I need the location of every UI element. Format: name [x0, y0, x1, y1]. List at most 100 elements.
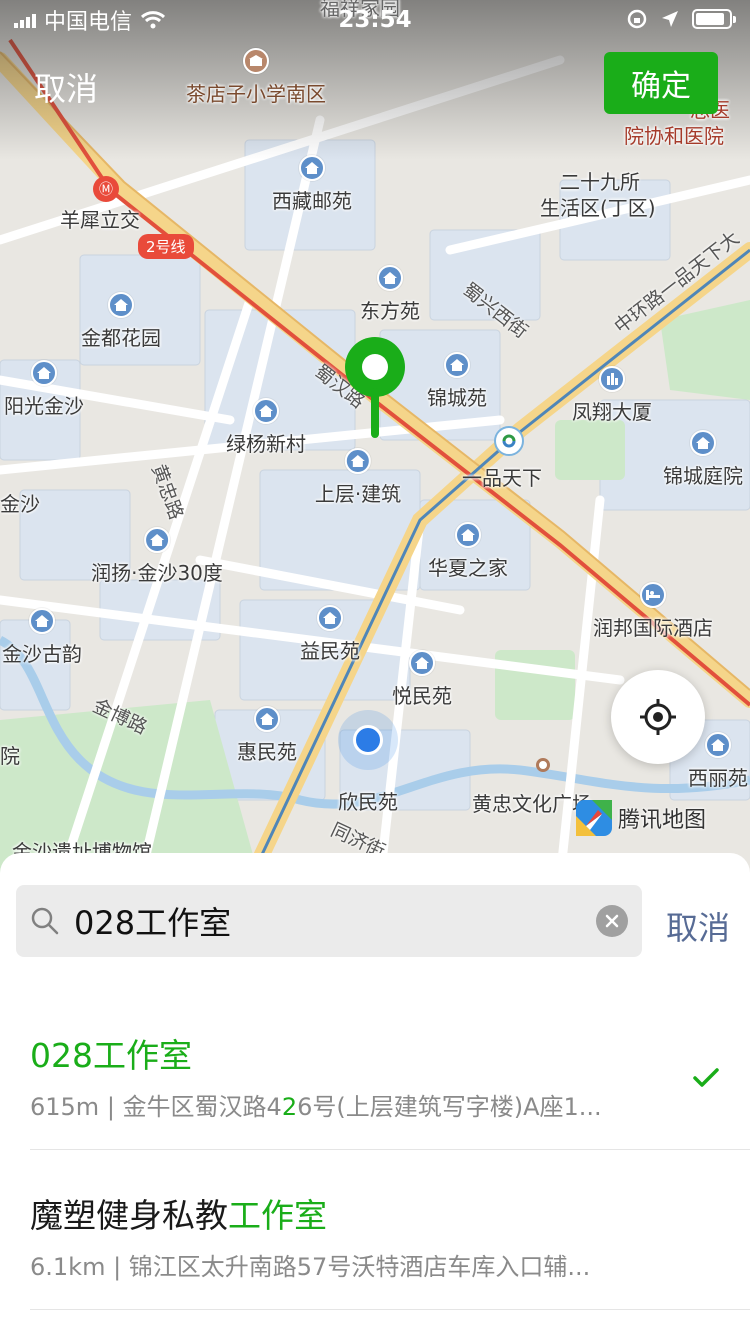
- poi-label: 上层·建筑: [314, 482, 402, 506]
- house-icon: [299, 155, 325, 181]
- cancel-button[interactable]: 取消: [34, 64, 98, 110]
- hotel-icon: [640, 582, 666, 608]
- result-address: 6.1km | 锦江区太升南路57号沃特酒店车库入口辅...: [30, 1253, 591, 1281]
- label-jinsha-left: 金沙: [0, 492, 40, 516]
- poi-lvyang[interactable]: 绿杨新村: [226, 398, 306, 457]
- poi-label: 东方苑: [360, 299, 420, 323]
- school-icon: [243, 48, 269, 74]
- house-icon: [409, 650, 435, 676]
- search-icon: [31, 907, 59, 935]
- result-title-highlight: 028工作室: [30, 1036, 192, 1075]
- house-icon: [31, 360, 57, 386]
- metro-station-icon[interactable]: Ⓜ: [93, 176, 119, 202]
- poi-label: 西藏邮苑: [272, 189, 352, 213]
- house-icon: [253, 398, 279, 424]
- poi-label: 茶店子小学南区: [186, 82, 326, 106]
- transit-station-icon[interactable]: [494, 426, 524, 456]
- result-address: 615m | 金牛区蜀汉路426号(上层建筑写字楼)A座1...: [30, 1087, 680, 1122]
- poi-runyang[interactable]: 润扬·金沙30度: [91, 527, 223, 586]
- status-bar: 中国电信 23:54: [0, 0, 750, 40]
- poi-dot-icon: [536, 758, 550, 772]
- map-view[interactable]: 茶店子小学南区 西藏邮苑 东方苑 锦城苑 金都花园 绿杨新村 上层·建筑 华夏之…: [0, 0, 750, 880]
- label-yangxi-lijiao: 羊犀立交: [60, 208, 140, 232]
- result-title: 魔塑健身私教工作室: [30, 1189, 720, 1237]
- house-icon: [317, 605, 343, 631]
- poi-label: 绿杨新村: [226, 432, 306, 456]
- map-attribution: 腾讯地图: [576, 800, 706, 836]
- label-shenghuoqu: 生活区(丁区): [540, 196, 656, 220]
- poi-label: 西丽苑: [688, 766, 748, 790]
- house-icon: [377, 265, 403, 291]
- result-title: 028工作室: [30, 1029, 720, 1077]
- search-bar[interactable]: [16, 885, 642, 957]
- poi-label: 润扬·金沙30度: [91, 561, 223, 585]
- rotation-lock-icon: [627, 9, 647, 29]
- result-address-pre: 615m | 金牛区蜀汉路4: [30, 1093, 282, 1121]
- poi-jinchengyuan[interactable]: 锦城苑: [427, 352, 487, 411]
- search-cancel-button[interactable]: 取消: [666, 903, 730, 949]
- divider: [30, 1149, 750, 1150]
- divider: [30, 1309, 750, 1310]
- poi-fengxiang[interactable]: 凤翔大厦: [572, 366, 652, 425]
- house-icon: [455, 522, 481, 548]
- house-icon: [344, 448, 371, 474]
- result-title-highlight: 工作室: [228, 1196, 327, 1235]
- house-icon: [254, 706, 280, 732]
- house-icon: [690, 430, 716, 456]
- label-yuan-left: 院: [0, 744, 20, 768]
- label-ershijiu: 二十九所: [560, 170, 640, 194]
- poi-xizang-youyuan[interactable]: 西藏邮苑: [272, 155, 352, 214]
- poi-label: 金都花园: [81, 326, 161, 350]
- metro-line-badge: 2号线: [138, 234, 194, 259]
- poi-jindu-garden[interactable]: 金都花园: [81, 292, 161, 351]
- poi-label: 润邦国际酒店: [593, 616, 713, 640]
- checkmark-icon: [693, 1068, 719, 1087]
- poi-yueminyuan[interactable]: 悦民苑: [392, 650, 452, 709]
- poi-xinminyuan-label[interactable]: 欣民苑: [338, 786, 398, 815]
- house-icon: [705, 732, 731, 758]
- clear-search-button[interactable]: [596, 905, 628, 937]
- search-sheet: 取消 028工作室 615m | 金牛区蜀汉路426号(上层建筑写字楼)A座1.…: [0, 853, 750, 1334]
- label-huangzhong-square: 黄忠文化广场: [472, 792, 592, 816]
- locate-button[interactable]: [611, 670, 705, 764]
- poi-label: 凤翔大厦: [572, 400, 652, 424]
- battery-icon: [692, 9, 736, 29]
- close-icon: [605, 914, 619, 928]
- search-result-item[interactable]: 魔塑健身私教工作室 6.1km | 锦江区太升南路57号沃特酒店车库入口辅...: [30, 1189, 720, 1282]
- building-icon: [599, 366, 625, 392]
- crosshair-icon: [640, 699, 676, 735]
- poi-shangceng[interactable]: 上层·建筑: [315, 448, 401, 507]
- poi-label: 锦城苑: [427, 386, 487, 410]
- house-icon: [444, 352, 470, 378]
- poi-school[interactable]: 茶店子小学南区: [186, 48, 326, 107]
- confirm-button[interactable]: 确定: [604, 52, 718, 114]
- tencent-map-logo-icon: [576, 800, 612, 836]
- label-yipin-tianxia: 一品天下: [462, 466, 542, 490]
- house-icon: [144, 527, 170, 553]
- poi-label: 惠民苑: [237, 740, 297, 764]
- poi-label: 益民苑: [300, 639, 360, 663]
- poi-yangguang[interactable]: 阳光金沙: [4, 360, 84, 419]
- label-hospital-2: 院协和医院: [624, 124, 724, 148]
- poi-label: 悦民苑: [392, 684, 452, 708]
- house-icon: [108, 292, 134, 318]
- poi-huiminyuan[interactable]: 惠民苑: [237, 706, 297, 765]
- result-title-pre: 魔塑健身私教: [30, 1196, 228, 1235]
- house-icon: [29, 608, 55, 634]
- poi-label: 锦城庭院: [663, 464, 743, 488]
- poi-huaxia[interactable]: 华夏之家: [428, 522, 508, 581]
- poi-label: 阳光金沙: [4, 394, 84, 418]
- attribution-text: 腾讯地图: [618, 808, 707, 833]
- poi-runbang-hotel[interactable]: 润邦国际酒店: [593, 582, 713, 641]
- poi-yiminyuan[interactable]: 益民苑: [300, 605, 360, 664]
- poi-dongfangyuan[interactable]: 东方苑: [360, 265, 420, 324]
- location-pin-icon[interactable]: [342, 336, 408, 440]
- search-result-item[interactable]: 028工作室 615m | 金牛区蜀汉路426号(上层建筑写字楼)A座1...: [30, 1029, 720, 1122]
- location-arrow-icon: [662, 11, 678, 27]
- current-location-dot: [338, 710, 398, 770]
- search-input[interactable]: [74, 902, 554, 940]
- poi-label: 华夏之家: [428, 556, 508, 580]
- result-address-post: 6号(上层建筑写字楼)A座1...: [297, 1093, 602, 1121]
- poi-jinsha-guyun[interactable]: 金沙古韵: [2, 608, 82, 667]
- poi-jincheng-tingyuan[interactable]: 锦城庭院: [663, 430, 743, 489]
